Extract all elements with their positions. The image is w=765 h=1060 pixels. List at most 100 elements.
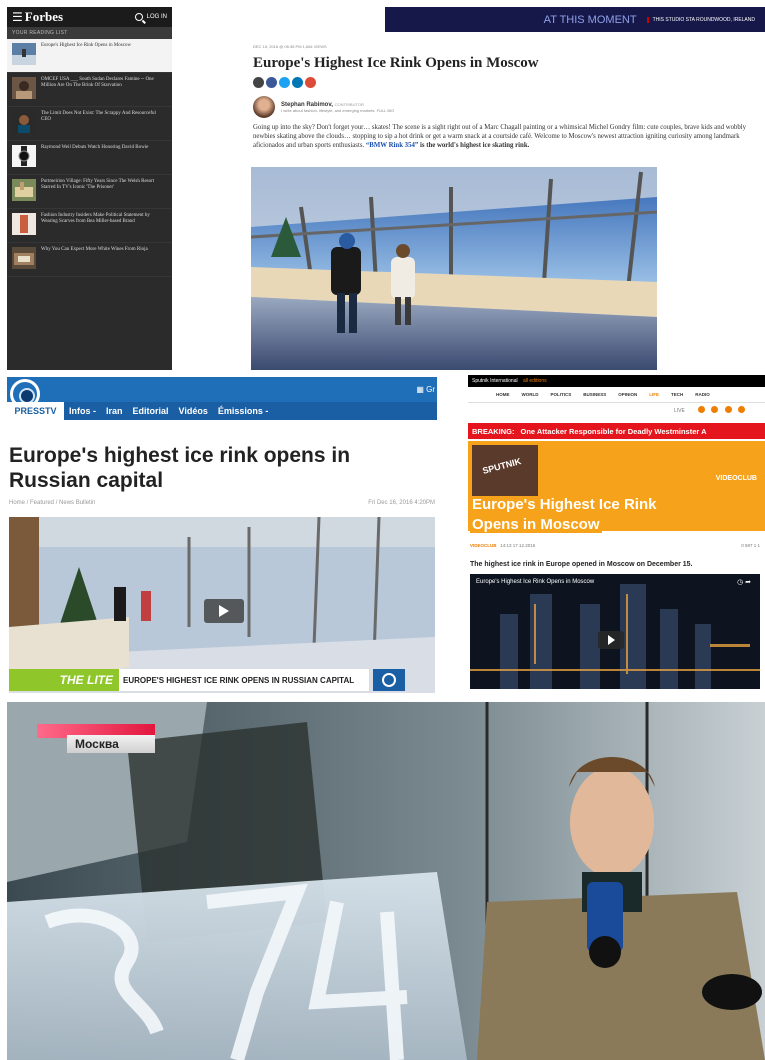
login-area: LOG IN <box>134 13 167 21</box>
videoclub-label: VIDEOCLUB <box>715 475 757 482</box>
list-item[interactable]: Europe's Highest Ice Rink Opens in Mosco… <box>7 39 172 73</box>
article-title: Europe's highest ice rink opens in Russi… <box>9 444 351 492</box>
author-name[interactable]: Stephan Rabimov, <box>281 102 333 108</box>
breaking-label: BREAKING: <box>472 426 515 436</box>
nav-infos[interactable]: Infos - <box>69 406 96 416</box>
ad-banner-text: AT THIS MOMENT <box>543 13 637 26</box>
list-item[interactable]: Why You Can Expect More White Wines From… <box>7 243 172 277</box>
edition-selector[interactable]: all editions <box>523 378 547 384</box>
presstv-nav: Infos - Iran Editorial Vidéos Émissions … <box>69 402 268 420</box>
article-title-line: Opens in Moscow <box>470 516 602 533</box>
nav-emissions[interactable]: Émissions - <box>218 406 269 416</box>
nav-life[interactable]: LIFE <box>649 392 659 397</box>
forbes-article: AT THIS MOMENT THIS STUDIO STA ROUNDWOOD… <box>245 7 765 370</box>
list-item[interactable]: The Limit Does Not Exist: The Scrappy An… <box>7 107 172 141</box>
presstv-brand[interactable]: PRESSTV <box>7 402 64 420</box>
breaking-news-bar[interactable]: BREAKING: One Attacker Responsible for D… <box>468 423 765 439</box>
lower-third: THE LITE EUROPE'S HIGHEST ICE RINK OPENS… <box>9 669 435 691</box>
grid-menu-label: Gr <box>426 385 435 394</box>
facebook-icon[interactable] <box>697 406 705 413</box>
live-button[interactable]: LIVE <box>674 408 685 414</box>
breaking-text: One Attacker Responsible for Deadly West… <box>520 426 707 436</box>
twitter-icon[interactable] <box>711 406 719 413</box>
video-player[interactable]: THE LITE EUROPE'S HIGHEST ICE RINK OPENS… <box>9 516 435 693</box>
list-item-title: Portmeirion Village: Fifty Years Since T… <box>41 179 155 190</box>
instagram-icon[interactable] <box>724 406 732 413</box>
author-role: CONTRIBUTOR <box>334 101 364 107</box>
sputnik-subnav: LIVE <box>468 403 765 418</box>
facebook-share-icon[interactable] <box>266 77 277 88</box>
twitter-share-icon[interactable] <box>279 77 290 88</box>
rss-icon[interactable] <box>738 406 745 413</box>
article-thumbnail <box>12 111 36 133</box>
play-button[interactable] <box>598 631 624 649</box>
engagement-counts: 0 597 1 1 <box>741 543 760 548</box>
ad-banner[interactable]: AT THIS MOMENT THIS STUDIO STA ROUNDWOOD… <box>385 7 765 32</box>
location-caption: Москва <box>67 735 155 753</box>
article-title: Europe's Highest Ice Rink Opens in Mosco… <box>470 495 710 535</box>
linkedin-share-icon[interactable] <box>292 77 303 88</box>
nav-politics[interactable]: POLITICS <box>551 392 572 397</box>
sputnik-page: Sputnik International all editions HOME … <box>468 375 765 691</box>
nav-opinion[interactable]: OPINION <box>618 392 637 397</box>
sputnik-logo-icon: SPUTNIK <box>472 445 538 497</box>
list-item[interactable]: OMCEF USA ___ South Sudan Declares Famin… <box>7 73 172 107</box>
avatar[interactable] <box>253 96 275 118</box>
grid-menu[interactable]: ▦ Gr <box>416 385 435 394</box>
video-controls: ◷ ➦ <box>737 578 751 586</box>
share-buttons <box>253 77 316 88</box>
nav-tech[interactable]: TECH <box>671 392 683 397</box>
email-share-icon[interactable] <box>253 77 264 88</box>
reading-list-header: YOUR READING LIST <box>7 27 172 39</box>
search-icon[interactable] <box>134 13 143 21</box>
breadcrumb[interactable]: Home / Featured / News Bulletin <box>9 500 95 506</box>
list-item[interactable]: Raymond Weil Debuts Watch Honoring David… <box>7 141 172 175</box>
broadcast-still <box>7 702 765 1060</box>
forbes-sidebar: ☰ Forbes LOG IN YOUR READING LIST Europe… <box>7 7 172 370</box>
presstv-logo-icon <box>373 669 405 691</box>
rink-link[interactable]: “BMW Rink 354” <box>366 142 418 149</box>
login-link[interactable]: LOG IN <box>147 14 167 20</box>
forbes-logo[interactable]: Forbes <box>25 9 63 25</box>
nav-editorial[interactable]: Editorial <box>133 406 169 416</box>
nav-home[interactable]: HOME <box>496 392 510 397</box>
nav-iran[interactable]: Iran <box>106 406 123 416</box>
watch-thumbnail <box>12 145 36 167</box>
play-button[interactable] <box>204 599 244 623</box>
ad-banner-caption: THIS STUDIO STA ROUNDWOOD, IRELAND <box>646 16 755 23</box>
nav-radio[interactable]: RADIO <box>695 392 710 397</box>
author-block: Stephan Rabimov, CONTRIBUTOR I write abo… <box>253 96 394 118</box>
lower-third-headline: EUROPE'S HIGHEST ICE RINK OPENS IN RUSSI… <box>119 669 369 691</box>
presstv-topbar <box>7 377 437 402</box>
list-item-title: The Limit Does Not Exist: The Scrappy An… <box>41 111 156 122</box>
nav-business[interactable]: BUSINESS <box>583 392 606 397</box>
article-photo <box>251 167 657 370</box>
forbes-topbar: ☰ Forbes LOG IN <box>7 7 172 27</box>
menu-icon[interactable]: ☰ <box>12 10 23 24</box>
article-date: Fri Dec 16, 2016 4:20PM <box>368 500 435 506</box>
sputnik-nav: HOME WORLD POLITICS BUSINESS OPINION LIF… <box>468 387 765 403</box>
show-tag: THE LITE <box>9 669 119 691</box>
nav-videos[interactable]: Vidéos <box>179 406 208 416</box>
list-item-title: Why You Can Expect More White Wines From… <box>41 247 148 252</box>
nav-world[interactable]: WORLD <box>522 392 539 397</box>
list-item-title: OMCEF USA ___ South Sudan Declares Famin… <box>41 77 154 88</box>
list-item[interactable]: Portmeirion Village: Fifty Years Since T… <box>7 175 172 209</box>
article-meta: DEC 15, 2016 @ 06:36 PM 1,684 VIEWS <box>253 44 327 49</box>
list-item-title: Fashion Industry Insiders Make Political… <box>41 213 150 224</box>
video-title: Europe's Highest Ice Rink Opens in Mosco… <box>476 579 595 585</box>
article-body-emphasis: is the world's highest ice skating rink. <box>418 142 530 149</box>
article-thumbnail <box>12 247 36 269</box>
sputnik-topbar: Sputnik International all editions <box>468 375 765 387</box>
edition-label: Sputnik International <box>472 378 518 384</box>
share-icon[interactable]: ➦ <box>745 579 751 586</box>
article-thumbnail <box>12 179 36 201</box>
clock-icon[interactable]: ◷ <box>737 579 743 586</box>
category-link[interactable]: VIDEOCLUB <box>470 543 497 548</box>
sputnik-logo-text: SPUTNIK <box>481 456 523 476</box>
article-date: 14:13 17.12.2016 <box>500 543 536 548</box>
article-thumbnail <box>12 43 36 65</box>
list-item[interactable]: Fashion Industry Insiders Make Political… <box>7 209 172 243</box>
googleplus-share-icon[interactable] <box>305 77 316 88</box>
article-title-line: Europe's Highest Ice Rink <box>470 496 659 513</box>
